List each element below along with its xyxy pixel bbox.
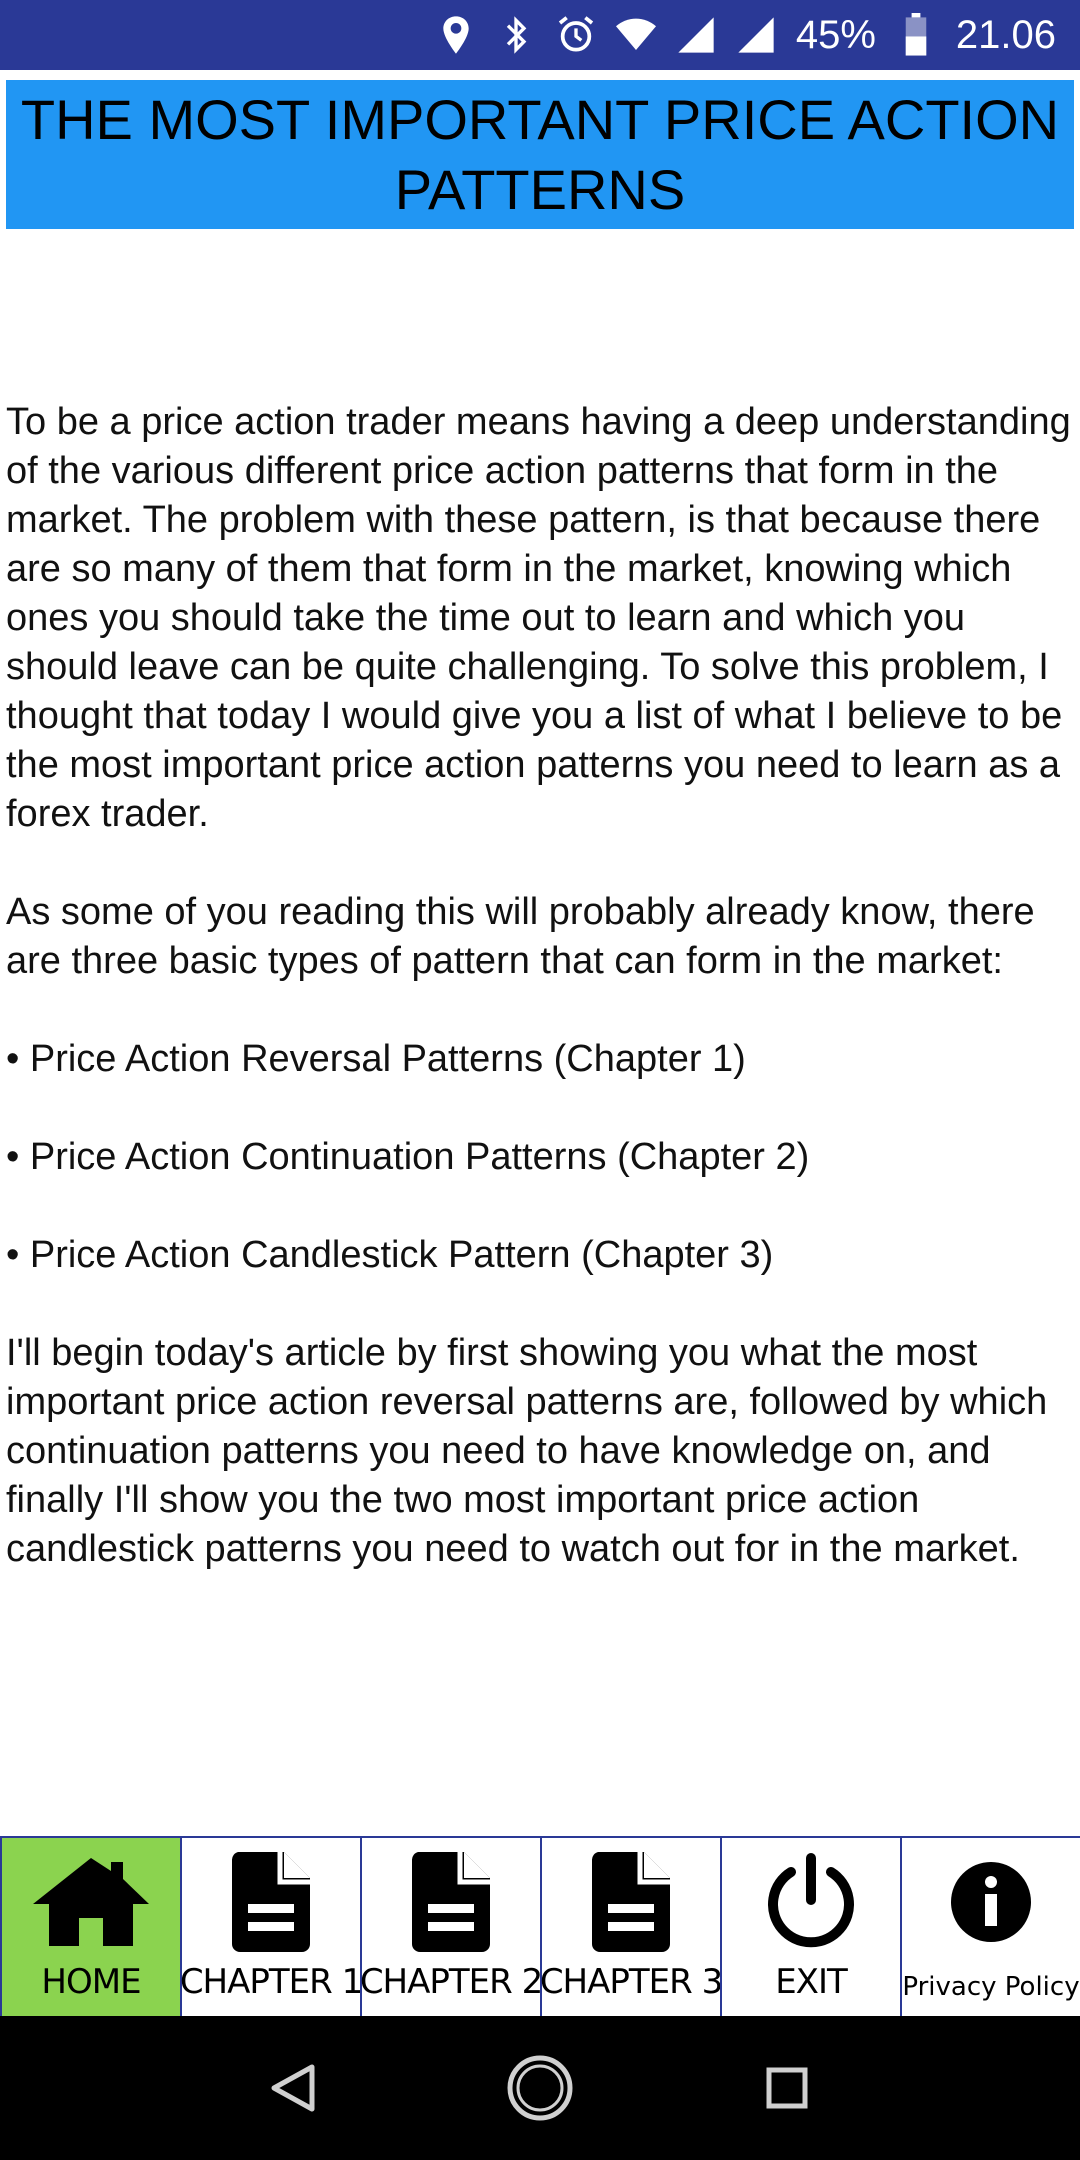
home-icon: [31, 1850, 151, 1954]
status-bar: 45% 21.06: [0, 0, 1080, 70]
battery-percent: 45%: [795, 13, 876, 57]
wifi-icon: [615, 15, 656, 55]
article-paragraph: To be a price action trader means having…: [6, 401, 1071, 835]
system-nav-bar: [0, 2016, 1080, 2160]
article-paragraph: I'll begin today's article by first show…: [6, 1332, 1048, 1570]
info-icon: [931, 1850, 1051, 1954]
battery-icon: [896, 13, 936, 56]
nav-privacy-policy-button[interactable]: Privacy Policy: [900, 1838, 1080, 2016]
nav-label: EXIT: [775, 1962, 848, 2002]
nav-label: CHAPTER 2: [359, 1962, 543, 2002]
page-title: THE MOST IMPORTANT PRICE ACTION PATTERNS: [6, 80, 1074, 229]
list-item: • Price Action Reversal Patterns (Chapte…: [6, 1038, 746, 1080]
list-item: • Price Action Candlestick Pattern (Chap…: [6, 1234, 774, 1276]
location-icon: [436, 15, 476, 55]
nav-label: CHAPTER 1: [179, 1962, 363, 2002]
bottom-nav: HOME CHAPTER 1 CHAPTER 2 CHAPTER 3 EXIT …: [0, 1836, 1080, 2016]
home-circle-icon[interactable]: [500, 2048, 580, 2128]
power-icon: [751, 1850, 871, 1954]
nav-label: Privacy Policy: [902, 1972, 1080, 2002]
signal-icon: [736, 15, 776, 55]
list-item: • Price Action Continuation Patterns (Ch…: [6, 1136, 810, 1178]
bluetooth-icon: [496, 15, 536, 55]
article-body: To be a price action trader means having…: [6, 398, 1076, 1574]
nav-exit-button[interactable]: EXIT: [720, 1838, 900, 2016]
nav-home-button[interactable]: HOME: [0, 1838, 180, 2016]
document-icon: [391, 1850, 511, 1954]
document-icon: [571, 1850, 691, 1954]
nav-label: CHAPTER 3: [539, 1962, 723, 2002]
back-icon[interactable]: [253, 2048, 333, 2128]
document-icon: [211, 1850, 331, 1954]
nav-chapter-3-button[interactable]: CHAPTER 3: [539, 1838, 723, 2016]
nav-label: HOME: [41, 1962, 141, 2002]
nav-chapter-2-button[interactable]: CHAPTER 2: [359, 1838, 543, 2016]
alarm-icon: [556, 15, 596, 55]
signal-icon: [676, 15, 716, 55]
clock: 21.06: [955, 13, 1056, 57]
recents-icon[interactable]: [747, 2048, 827, 2128]
article-paragraph: As some of you reading this will probabl…: [6, 891, 1035, 982]
nav-chapter-1-button[interactable]: CHAPTER 1: [179, 1838, 363, 2016]
